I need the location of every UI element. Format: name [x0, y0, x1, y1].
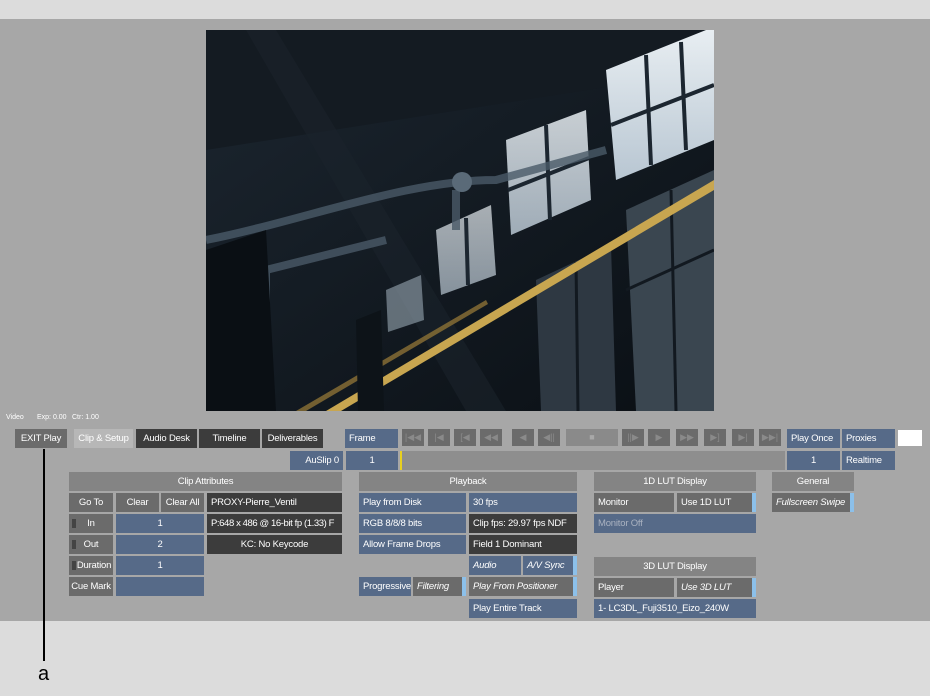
allow-frame-drops-button[interactable]: Allow Frame Drops	[359, 535, 466, 554]
frame-label[interactable]: Frame	[345, 429, 398, 448]
exit-play-button[interactable]: EXIT Play	[15, 429, 67, 448]
play-from-disk-button[interactable]: Play from Disk	[359, 493, 466, 512]
audio-toggle[interactable]: Audio	[469, 556, 521, 575]
clear-button[interactable]: Clear	[116, 493, 159, 512]
goto-out-icon[interactable]: ▶]	[704, 429, 726, 446]
fullscreen-swipe-toggle[interactable]: Fullscreen Swipe	[772, 493, 854, 512]
duration-label: Duration	[76, 560, 112, 571]
play-reverse-icon[interactable]: ◀	[512, 429, 534, 446]
next-frame-icon[interactable]: ▶|	[732, 429, 754, 446]
lut3d-player-button[interactable]: Player	[594, 578, 674, 597]
out-button[interactable]: Out	[69, 535, 113, 554]
play-from-positioner-toggle[interactable]: Play From Positioner	[469, 577, 577, 596]
in-button[interactable]: In	[69, 514, 113, 533]
in-label: In	[87, 518, 95, 529]
lut1d-monitor-button[interactable]: Monitor	[594, 493, 674, 512]
in-value-field[interactable]: 1	[116, 514, 204, 533]
goto-start-icon[interactable]: |◀◀	[402, 429, 424, 446]
fast-rewind-icon[interactable]: ◀◀	[480, 429, 502, 446]
color-swatch[interactable]	[898, 430, 922, 446]
out-value-field[interactable]: 2	[116, 535, 204, 554]
step-forward-icon[interactable]: ||▶	[622, 429, 644, 446]
cue-mark-button[interactable]: Cue Mark	[69, 577, 113, 596]
format-info-field: P:648 x 486 @ 16-bit fp (1.33) F	[207, 514, 342, 533]
realtime-button[interactable]: Realtime	[842, 451, 895, 470]
tab-clip-setup[interactable]: Clip & Setup	[74, 429, 133, 448]
clip-fps-field: Clip fps: 29.97 fps NDF	[469, 514, 577, 533]
video-label: Video	[6, 414, 24, 421]
field-dominance-button[interactable]: Field 1 Dominant	[469, 535, 577, 554]
industrial-interior-image	[206, 30, 714, 411]
lut3d-header: 3D LUT Display	[594, 557, 756, 576]
play-forward-icon[interactable]: ▶	[648, 429, 670, 446]
duration-button[interactable]: Duration	[69, 556, 113, 575]
goto-button[interactable]: Go To	[69, 493, 113, 512]
goto-end-icon[interactable]: ▶▶|	[759, 429, 781, 446]
current-frame-field[interactable]: 1	[787, 451, 840, 470]
duration-value-field[interactable]: 1	[116, 556, 204, 575]
general-header: General	[772, 472, 854, 491]
player-window: Video Exp: 0.00 Ctr: 1.00 EXIT Play Clip…	[0, 19, 930, 621]
proxies-button[interactable]: Proxies	[842, 429, 895, 448]
progressive-button[interactable]: Progressive	[359, 577, 411, 596]
rgb-bits-button[interactable]: RGB 8/8/8 bits	[359, 514, 466, 533]
filtering-toggle[interactable]: Filtering	[413, 577, 466, 596]
goto-in-icon[interactable]: [◀	[454, 429, 476, 446]
clear-all-button[interactable]: Clear All	[161, 493, 204, 512]
prev-frame-icon[interactable]: |◀	[428, 429, 450, 446]
use-3d-lut-toggle[interactable]: Use 3D LUT	[677, 578, 756, 597]
clip-attributes-header: Clip Attributes	[69, 472, 342, 491]
out-label: Out	[83, 539, 99, 550]
clip-name-field[interactable]: PROXY-Pierre_Ventil	[207, 493, 342, 512]
in-led-icon	[72, 519, 76, 528]
auslip-field[interactable]: AuSlip 0	[290, 451, 343, 470]
image-viewer[interactable]	[206, 30, 714, 411]
keycode-field: KC: No Keycode	[207, 535, 342, 554]
tab-timeline[interactable]: Timeline	[199, 429, 260, 448]
auslip-value-field[interactable]: 1	[346, 451, 398, 470]
lut-file-field[interactable]: 1- LC3DL_Fuji3510_Eizo_240W	[594, 599, 756, 618]
av-sync-toggle[interactable]: A/V Sync	[523, 556, 577, 575]
duration-led-icon	[72, 561, 76, 570]
lut1d-header: 1D LUT Display	[594, 472, 756, 491]
play-entire-track-button[interactable]: Play Entire Track	[469, 599, 577, 618]
play-once-button[interactable]: Play Once	[787, 429, 840, 448]
out-led-icon	[72, 540, 76, 549]
fps-field[interactable]: 30 fps	[469, 493, 577, 512]
stop-icon[interactable]: ■	[566, 429, 618, 446]
callout-line	[43, 449, 45, 661]
tab-audio-desk[interactable]: Audio Desk	[136, 429, 197, 448]
timeline-scrubber[interactable]	[400, 451, 785, 470]
monitor-off-field[interactable]: Monitor Off	[594, 514, 756, 533]
step-reverse-icon[interactable]: ◀||	[538, 429, 560, 446]
callout-label: a	[38, 663, 50, 685]
cue-mark-field[interactable]	[116, 577, 204, 596]
exposure-label: Exp: 0.00	[37, 414, 67, 421]
tab-deliverables[interactable]: Deliverables	[262, 429, 323, 448]
playback-header: Playback	[359, 472, 577, 491]
scrubber-cursor[interactable]	[400, 451, 402, 470]
use-1d-lut-toggle[interactable]: Use 1D LUT	[677, 493, 756, 512]
fast-forward-icon[interactable]: ▶▶	[676, 429, 698, 446]
contrast-label: Ctr: 1.00	[72, 414, 99, 421]
